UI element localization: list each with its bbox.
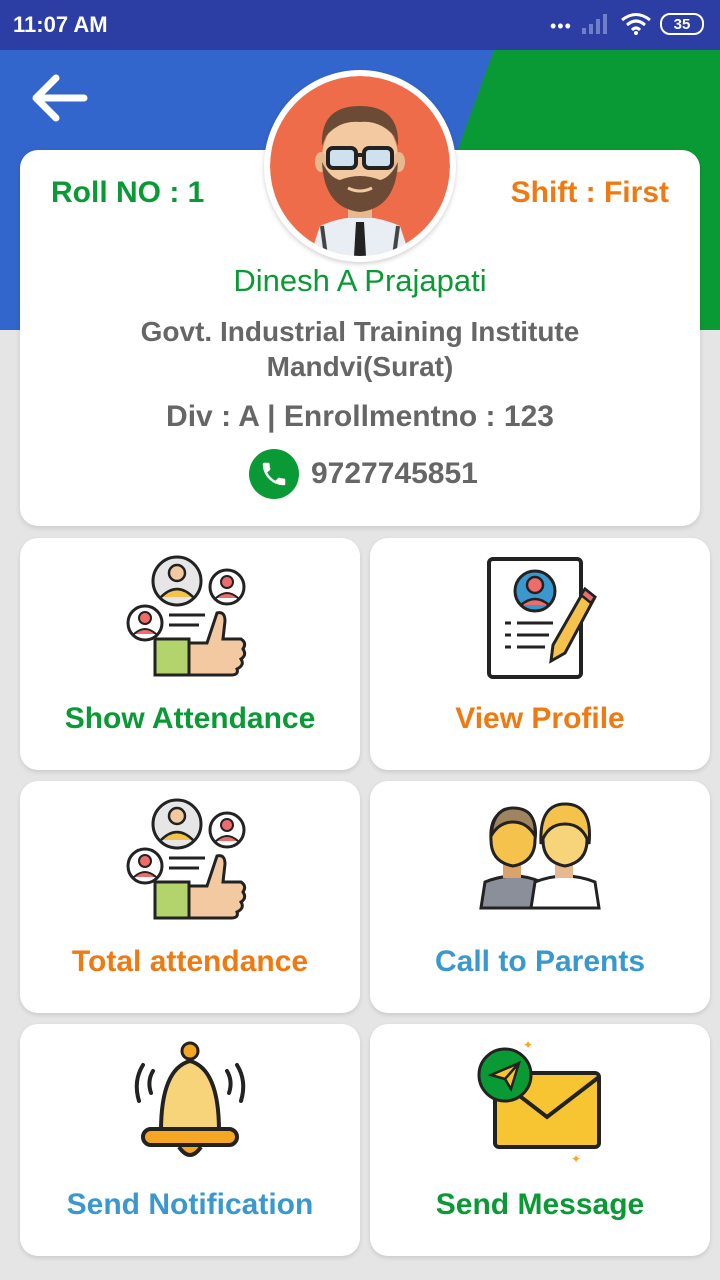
shift-label: Shift : First — [510, 176, 669, 209]
avatar — [264, 70, 456, 262]
parents-icon — [479, 802, 601, 910]
svg-text:✦: ✦ — [571, 1152, 581, 1166]
institute-line-1: Govt. Industrial Training Institute — [140, 316, 580, 347]
total-attendance-tile[interactable]: Total attendance — [20, 781, 360, 1013]
tile-icon-wrap — [370, 781, 710, 941]
phone-icon[interactable] — [249, 449, 299, 499]
division-enrollment: Div : A | Enrollmentno : 123 — [166, 400, 554, 433]
tile-icon-wrap — [20, 781, 360, 941]
tile-label: Call to Parents — [434, 945, 646, 978]
show-attendance-tile[interactable]: Show Attendance — [20, 538, 360, 770]
attendance-icon — [126, 798, 247, 920]
envelope-icon: ✦ ✦ — [477, 1039, 601, 1166]
roll-number: Roll NO : 1 — [51, 176, 205, 209]
tile-icon-wrap — [20, 1024, 360, 1184]
phone-number[interactable]: 9727745851 — [311, 457, 478, 491]
send-message-tile[interactable]: ✦ ✦ Send Message — [370, 1024, 710, 1256]
bell-icon — [134, 1041, 246, 1157]
avatar-icon — [270, 76, 450, 256]
phone-row[interactable]: 9727745851 — [249, 449, 478, 499]
call-to-parents-tile[interactable]: Call to Parents — [370, 781, 710, 1013]
tile-icon-wrap: ✦ ✦ — [370, 1024, 710, 1184]
svg-text:✦: ✦ — [523, 1039, 533, 1052]
attendance-icon — [126, 555, 247, 677]
wifi-icon — [621, 13, 651, 35]
tile-label: View Profile — [455, 702, 625, 735]
back-arrow-icon — [32, 74, 88, 122]
profile-document-icon — [487, 557, 597, 679]
view-profile-tile[interactable]: View Profile — [370, 538, 710, 770]
tile-label: Total attendance — [71, 945, 309, 978]
institute-name: Govt. Industrial Training Institute Mand… — [0, 314, 720, 384]
tile-label: Send Message — [435, 1188, 645, 1221]
back-button[interactable] — [28, 72, 88, 124]
signal-icon — [582, 14, 607, 34]
student-name: Dinesh A Prajapati — [233, 263, 487, 298]
status-time: 11:07 AM — [13, 12, 108, 37]
battery-icon: 35 — [660, 13, 704, 35]
send-notification-tile[interactable]: Send Notification — [20, 1024, 360, 1256]
status-bar: 11:07 AM ••• 35 — [0, 0, 720, 50]
tile-icon-wrap — [20, 538, 360, 698]
tile-label: Show Attendance — [64, 702, 316, 735]
battery-level: 35 — [673, 16, 691, 33]
tile-label: Send Notification — [66, 1188, 314, 1221]
tile-icon-wrap — [370, 538, 710, 698]
status-dots: ••• — [550, 16, 572, 36]
institute-line-2: Mandvi(Surat) — [266, 351, 454, 382]
